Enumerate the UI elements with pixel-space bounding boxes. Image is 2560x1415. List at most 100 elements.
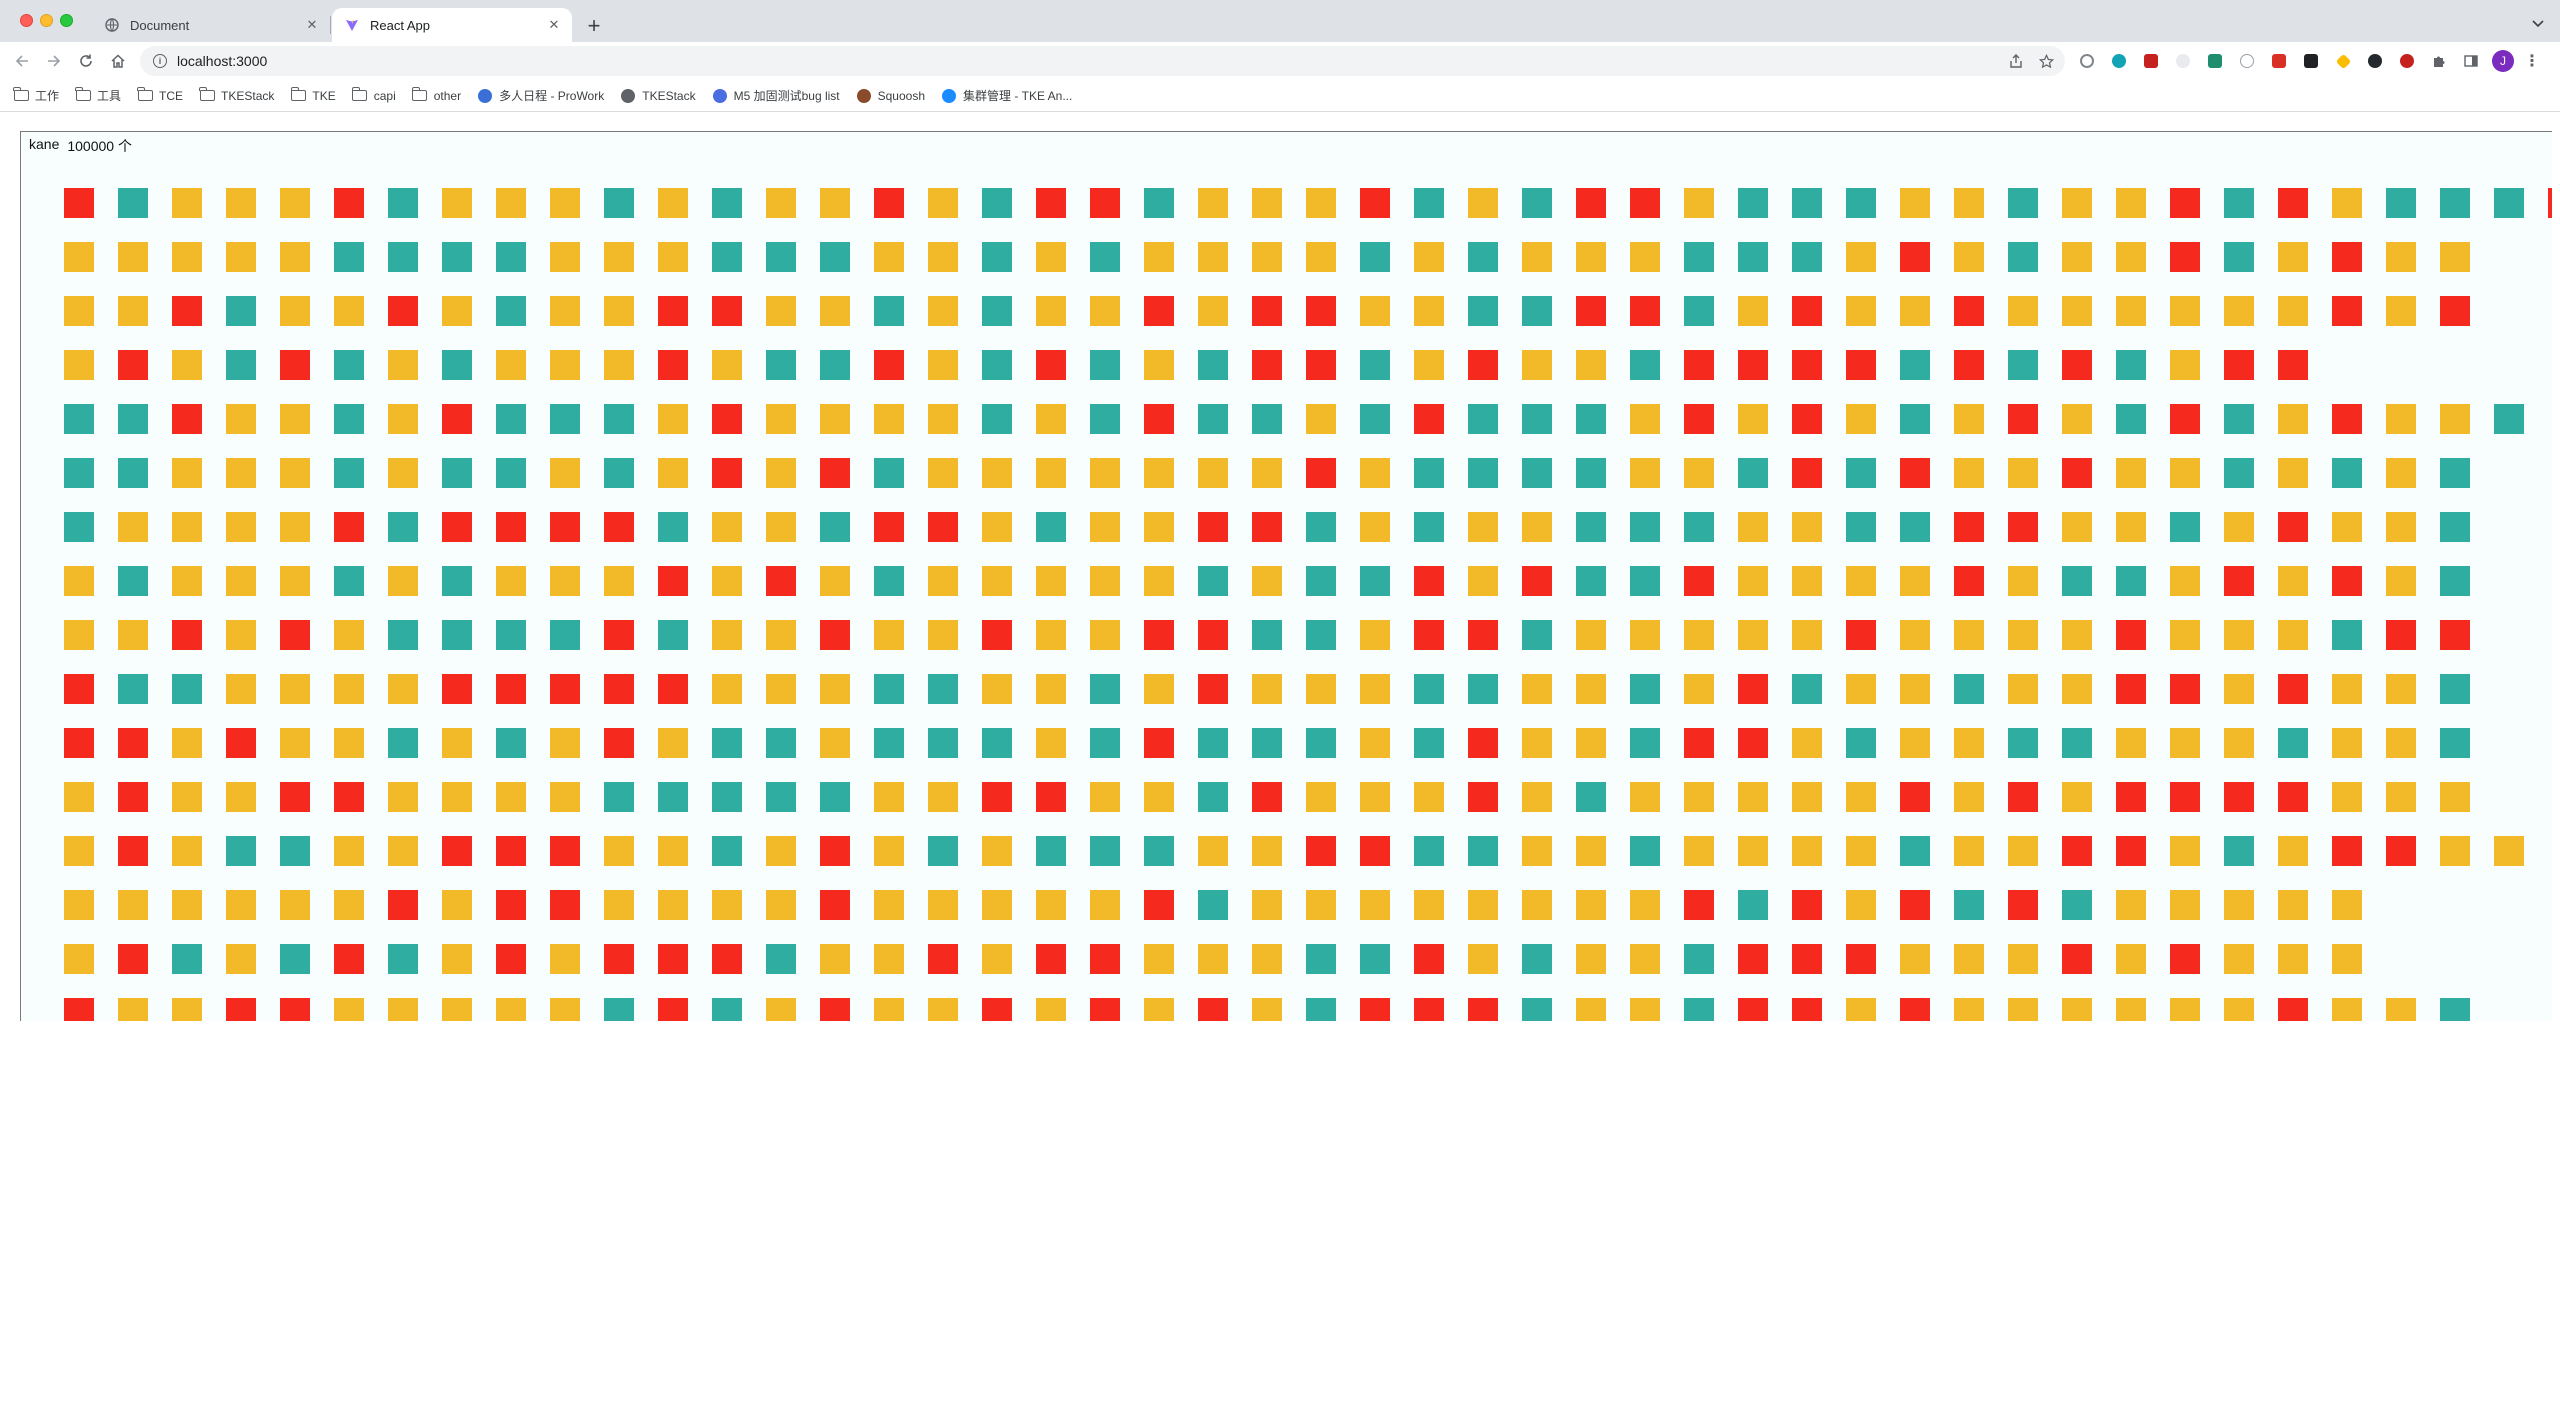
close-icon[interactable]: ✕ [302,15,322,35]
bookmark-item[interactable]: TKEStack [199,87,274,103]
grid-square [1738,728,1768,758]
new-tab-button[interactable]: + [582,13,606,38]
tab-document[interactable]: Document ✕ [92,8,330,42]
extension-circle-icon[interactable] [2076,50,2098,72]
bookmark-star-icon[interactable] [2035,50,2057,72]
profile-avatar[interactable]: J [2492,50,2514,72]
grid-square [1792,404,1822,434]
grid-square [118,836,148,866]
grid-square [1576,674,1606,704]
grid-square [874,512,904,542]
bookmark-item[interactable]: M5 加固测试bug list [712,87,840,104]
window-maximize-button[interactable] [60,14,73,27]
grid-square [1792,890,1822,920]
grid-square [1144,350,1174,380]
window-close-button[interactable] [20,14,33,27]
extension-s-icon[interactable] [2204,50,2226,72]
chevron-down-icon[interactable] [2528,14,2548,34]
grid-square [1954,296,1984,326]
grid-square [496,512,526,542]
grid-square [388,566,418,596]
grid-square [1090,674,1120,704]
grid-square [820,890,850,920]
user-name: kane [29,136,60,152]
address-bar[interactable]: i localhost:3000 [140,46,2065,76]
grid-square [226,782,256,812]
grid-square [2440,242,2470,272]
bookmark-item[interactable]: TKE [290,87,336,103]
extension-game-icon[interactable] [2300,50,2322,72]
grid-square [1252,188,1282,218]
back-button[interactable] [10,49,34,73]
bookmark-item[interactable]: 工具 [75,87,121,104]
grid-square [2278,944,2308,974]
grid-square [496,188,526,218]
extension-ring-icon[interactable] [2236,50,2258,72]
grid-square [550,458,580,488]
grid-square [874,944,904,974]
grid-square [1306,512,1336,542]
bookmark-item[interactable]: other [411,87,461,103]
reload-button[interactable] [74,49,98,73]
info-icon[interactable]: i [153,54,167,68]
grid-square [1738,674,1768,704]
extension-red-dot-icon[interactable] [2396,50,2418,72]
extension-github-icon[interactable] [2364,50,2386,72]
grid-square [1306,836,1336,866]
grid-square [2224,350,2254,380]
grid-square [1360,944,1390,974]
grid-square [442,296,472,326]
grid-square [1792,350,1822,380]
grid-square [1738,242,1768,272]
grid-square [766,728,796,758]
menu-dots-icon[interactable]: ⋮ [2524,51,2540,71]
globe-icon [620,88,636,103]
grid-square [1198,998,1228,1021]
extension-puzzle-light-icon[interactable] [2172,50,2194,72]
grid-square [2008,296,2038,326]
grid-square [1900,296,1930,326]
extensions-puzzle-icon[interactable] [2428,50,2450,72]
grid-square [1360,782,1390,812]
bookmark-item[interactable]: 多人日程 - ProWork [477,87,604,104]
grid-square [766,242,796,272]
grid-square [2062,674,2092,704]
grid-square [1738,296,1768,326]
side-panel-icon[interactable] [2460,50,2482,72]
extension-m-icon[interactable] [2108,50,2130,72]
grid-square [874,188,904,218]
grid-square [64,404,94,434]
url-text[interactable]: localhost:3000 [177,53,2005,69]
grid-square [1900,836,1930,866]
grid-square [2062,458,2092,488]
bookmark-item[interactable]: TKEStack [620,88,696,103]
grid-square [2224,782,2254,812]
grid-square [118,890,148,920]
grid-square [1414,512,1444,542]
grid-square [1252,566,1282,596]
grid-square [1144,188,1174,218]
bookmark-item[interactable]: capi [351,87,396,103]
grid-square [1630,782,1660,812]
grid-square [334,890,364,920]
share-icon[interactable] [2005,50,2027,72]
tab-react-app[interactable]: React App ✕ [332,8,572,42]
bookmark-item[interactable]: TCE [137,87,183,103]
grid-square [226,566,256,596]
bookmark-item[interactable]: 集群管理 - TKE An... [941,87,1072,104]
grid-square [1360,728,1390,758]
extension-shield-icon[interactable] [2140,50,2162,72]
forward-button[interactable] [42,49,66,73]
grid-square [550,674,580,704]
extension-color-icon[interactable] [2332,50,2354,72]
close-icon[interactable]: ✕ [544,15,564,35]
grid-square [1738,512,1768,542]
window-minimize-button[interactable] [40,14,53,27]
grid-square [1738,188,1768,218]
home-button[interactable] [106,49,130,73]
grid-square [712,242,742,272]
bookmark-item[interactable]: 工作 [13,87,59,104]
bookmark-item[interactable]: Squoosh [856,88,925,103]
extension-photo-icon[interactable] [2268,50,2290,72]
grid-square [928,566,958,596]
